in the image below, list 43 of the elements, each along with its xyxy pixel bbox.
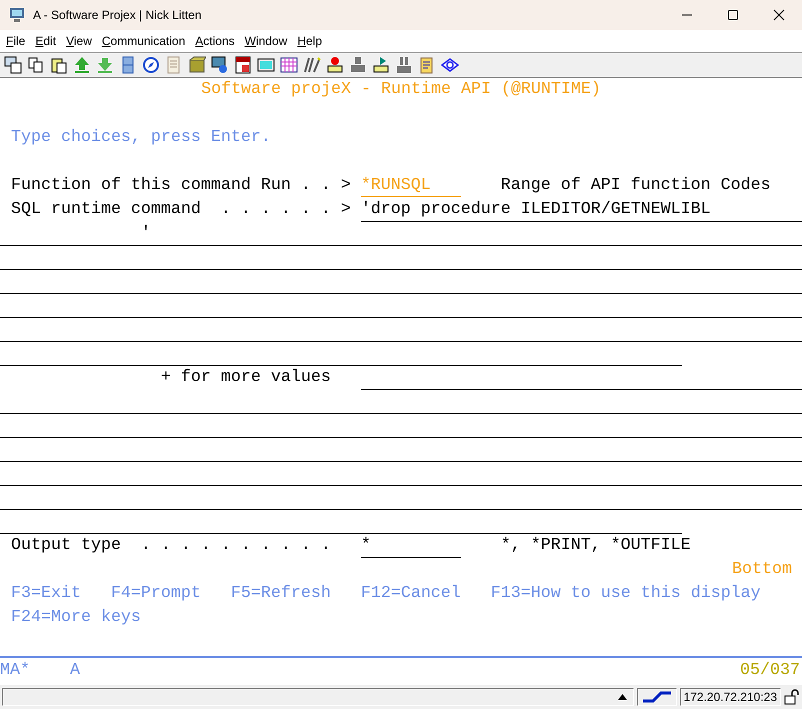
pause-icon[interactable] (395, 56, 413, 74)
screen-title: Software projeX - Runtime API (@RUNTIME) (201, 79, 601, 101)
padlock-icon (784, 689, 800, 705)
position-indicator: Bottom (732, 559, 792, 581)
field-label: + for more values (160, 367, 332, 389)
copy-screen-icon[interactable] (4, 56, 22, 74)
field-label: Output type . . . . . . . . . . (10, 535, 332, 557)
session-id: A (70, 660, 80, 680)
status-mode: MA* (0, 660, 30, 680)
menu-item[interactable]: Communication (102, 34, 196, 48)
sql-command-field[interactable]: 'drop procedure ILEDITOR/GETNEWLIBL (360, 198, 802, 222)
field-hint: *, *PRINT, *OUTFILE (500, 535, 691, 557)
field-label: SQL runtime command . . . . . . > (10, 199, 352, 221)
screen-icon[interactable] (257, 56, 275, 74)
menu-item[interactable]: Edit (35, 34, 66, 48)
host-address: 172.20.72.210:23 (680, 688, 781, 706)
menu-item[interactable]: Actions (195, 34, 245, 48)
compass-icon[interactable] (142, 56, 160, 74)
window-title: A - Software Projex | Nick Litten (33, 8, 202, 22)
upload-icon[interactable] (73, 56, 91, 74)
menu-item[interactable]: Help (297, 34, 332, 48)
instruction-text: Type choices, press Enter. (10, 127, 271, 149)
grid-icon[interactable] (280, 56, 298, 74)
box-icon[interactable] (188, 56, 206, 74)
help-icon[interactable] (441, 56, 459, 74)
output-field[interactable]: * (360, 534, 461, 558)
sql-sheet-icon[interactable] (234, 56, 252, 74)
fill-in-line[interactable]: ' (0, 222, 802, 246)
cursor-position: 05/037 (740, 660, 800, 680)
maximize-icon[interactable] (727, 9, 739, 21)
close-icon[interactable] (773, 9, 785, 21)
terminal-icon (9, 7, 25, 23)
field-label: Function of this command Run . . > (10, 175, 352, 197)
paste-icon[interactable] (50, 56, 68, 74)
menu-item[interactable]: Window (244, 34, 298, 48)
scroll-up-icon[interactable] (618, 694, 627, 700)
play-icon[interactable] (372, 56, 390, 74)
field-hint: Range of API function Codes (500, 175, 771, 197)
connection-icon (642, 691, 671, 703)
menu-item[interactable]: View (66, 34, 102, 48)
record-icon[interactable] (326, 56, 344, 74)
menu-item[interactable]: File (6, 34, 36, 48)
copy-icon[interactable] (27, 56, 45, 74)
